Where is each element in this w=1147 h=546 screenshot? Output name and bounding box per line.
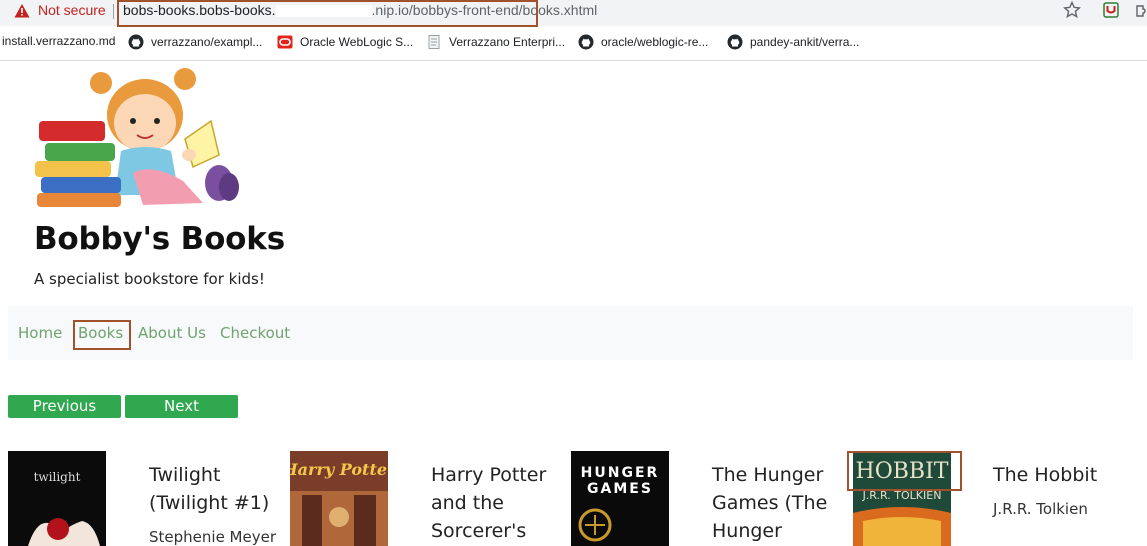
book-title[interactable]: Twilight (Twilight #1)	[149, 461, 281, 517]
bookmark-item[interactable]: oracle/weblogic-re...	[578, 34, 708, 50]
site-title: Bobby's Books	[34, 221, 285, 257]
site-logo	[35, 68, 239, 207]
bookmark-label: Verrazzano Enterpri...	[449, 35, 566, 49]
cover-text: twilight	[34, 470, 81, 484]
github-icon	[727, 34, 743, 50]
document-icon	[428, 35, 440, 49]
security-status[interactable]: Not secure	[38, 2, 106, 18]
site-tagline: A specialist bookstore for kids!	[34, 270, 265, 288]
extension-icon[interactable]	[1103, 2, 1119, 18]
nav-home-link[interactable]: Home	[18, 324, 62, 342]
address-separator	[113, 4, 114, 19]
bookmark-label: verrazzano/exampl...	[151, 35, 263, 49]
previous-button[interactable]: Previous	[8, 395, 121, 418]
github-icon	[128, 34, 144, 50]
nav-highlight-box	[73, 320, 131, 350]
bookmark-item[interactable]: Verrazzano Enterpri...	[426, 34, 565, 50]
nav-checkout-link[interactable]: Checkout	[220, 324, 290, 342]
bookmark-item[interactable]: Oracle WebLogic S...	[277, 34, 413, 50]
book-title[interactable]: The Hobbit	[993, 461, 1125, 489]
extension-puzzle-icon[interactable]	[1135, 3, 1147, 19]
book-cover-hunger-games[interactable]: HUNGER GAMES	[571, 451, 669, 546]
bookmark-star-icon[interactable]	[1063, 1, 1081, 19]
github-icon	[578, 34, 594, 50]
address-bar: Not secure bobs-books.bobs-books. .nip.io…	[0, 0, 1147, 27]
next-button[interactable]: Next	[125, 395, 238, 418]
bookmark-item[interactable]: verrazzano/exampl...	[128, 34, 262, 50]
bookmark-label: oracle/weblogic-re...	[601, 35, 709, 49]
cover-highlight-box	[847, 451, 962, 491]
bookmark-label: pandey-ankit/verra...	[750, 35, 860, 49]
bookmark-label: install.verrazzano.md	[2, 34, 116, 48]
cover-text: Harry Potter	[290, 460, 388, 479]
chrome-divider	[0, 60, 1147, 61]
bookmark-item[interactable]: install.verrazzano.md	[2, 34, 115, 48]
nav-about-link[interactable]: About Us	[138, 324, 206, 342]
book-cover-harry-potter[interactable]: Harry Potter	[290, 451, 388, 546]
book-title[interactable]: Harry Potter and the Sorcerer's	[431, 461, 563, 545]
bookmark-label: Oracle WebLogic S...	[300, 35, 414, 49]
book-cover-twilight[interactable]: twilight	[8, 451, 106, 546]
book-author: J.R.R. Tolkien	[993, 500, 1088, 518]
book-title[interactable]: The Hunger Games (The Hunger Games	[712, 461, 844, 546]
oracle-icon	[277, 35, 293, 49]
book-author: Stephenie Meyer	[149, 528, 277, 546]
svg-text:GAMES: GAMES	[587, 481, 653, 497]
url-highlight-box	[117, 0, 538, 27]
bookmarks-bar: install.verrazzano.md verrazzano/exampl.…	[0, 30, 1147, 54]
warning-icon[interactable]	[14, 3, 30, 19]
bookmark-item[interactable]: pandey-ankit/verra...	[727, 34, 859, 50]
svg-text:HUNGER: HUNGER	[581, 465, 660, 481]
main-nav: Home Books About Us Checkout	[8, 306, 1133, 360]
